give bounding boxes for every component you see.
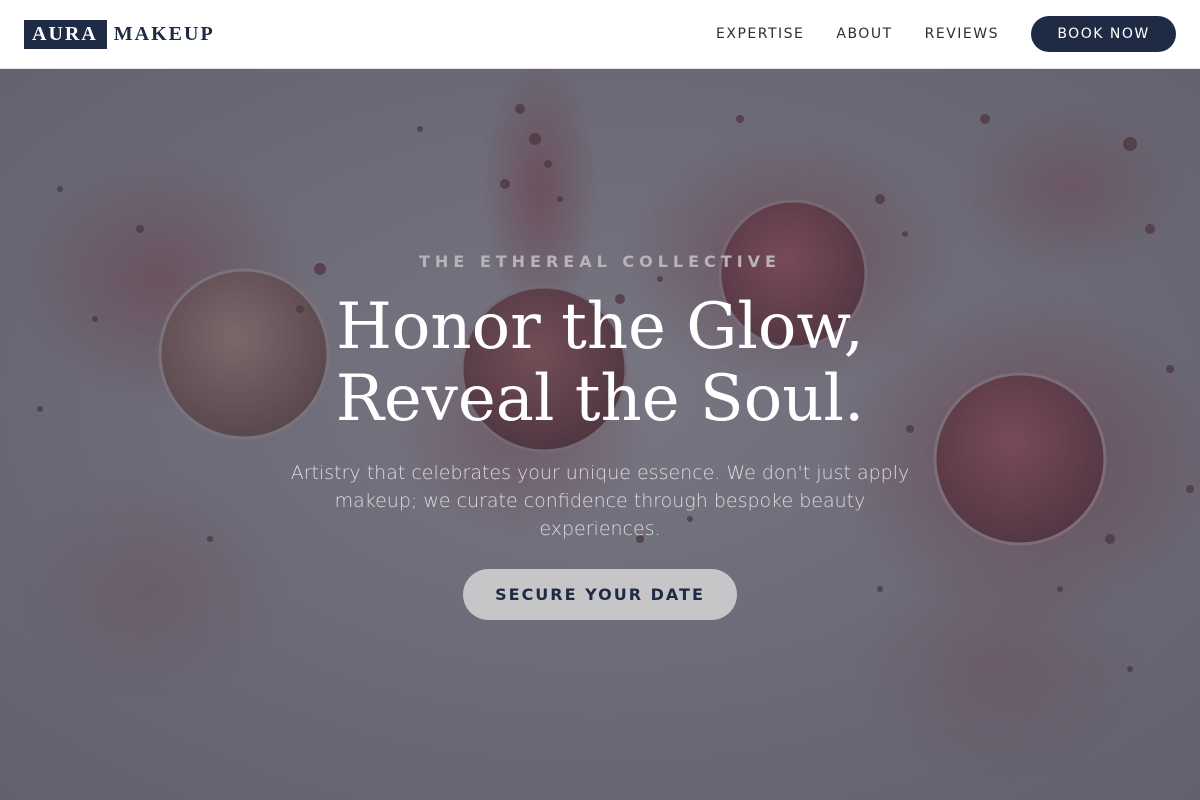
site-header: AURA MAKEUP EXPERTISE ABOUT REVIEWS BOOK… bbox=[0, 0, 1200, 69]
logo[interactable]: AURA MAKEUP bbox=[24, 19, 215, 49]
hero-headline: Honor the Glow, Reveal the Soul. bbox=[0, 291, 1200, 435]
main-nav: EXPERTISE ABOUT REVIEWS BOOK NOW bbox=[716, 16, 1176, 52]
hero-section: THE ETHEREAL COLLECTIVE Honor the Glow, … bbox=[0, 69, 1200, 800]
headline-line-1: Honor the Glow, bbox=[336, 290, 864, 364]
book-now-button[interactable]: BOOK NOW bbox=[1031, 16, 1176, 52]
nav-link-reviews[interactable]: REVIEWS bbox=[925, 26, 999, 42]
hero-content: THE ETHEREAL COLLECTIVE Honor the Glow, … bbox=[0, 69, 1200, 800]
nav-link-expertise[interactable]: EXPERTISE bbox=[716, 26, 804, 42]
headline-line-2: Reveal the Soul. bbox=[335, 362, 865, 436]
logo-text: MAKEUP bbox=[113, 22, 215, 45]
nav-link-about[interactable]: ABOUT bbox=[836, 26, 892, 42]
logo-box: AURA bbox=[24, 19, 107, 49]
hero-subtext: Artistry that celebrates your unique ess… bbox=[290, 462, 910, 540]
secure-date-button[interactable]: SECURE YOUR DATE bbox=[463, 569, 737, 620]
hero-eyebrow: THE ETHEREAL COLLECTIVE bbox=[419, 252, 781, 271]
